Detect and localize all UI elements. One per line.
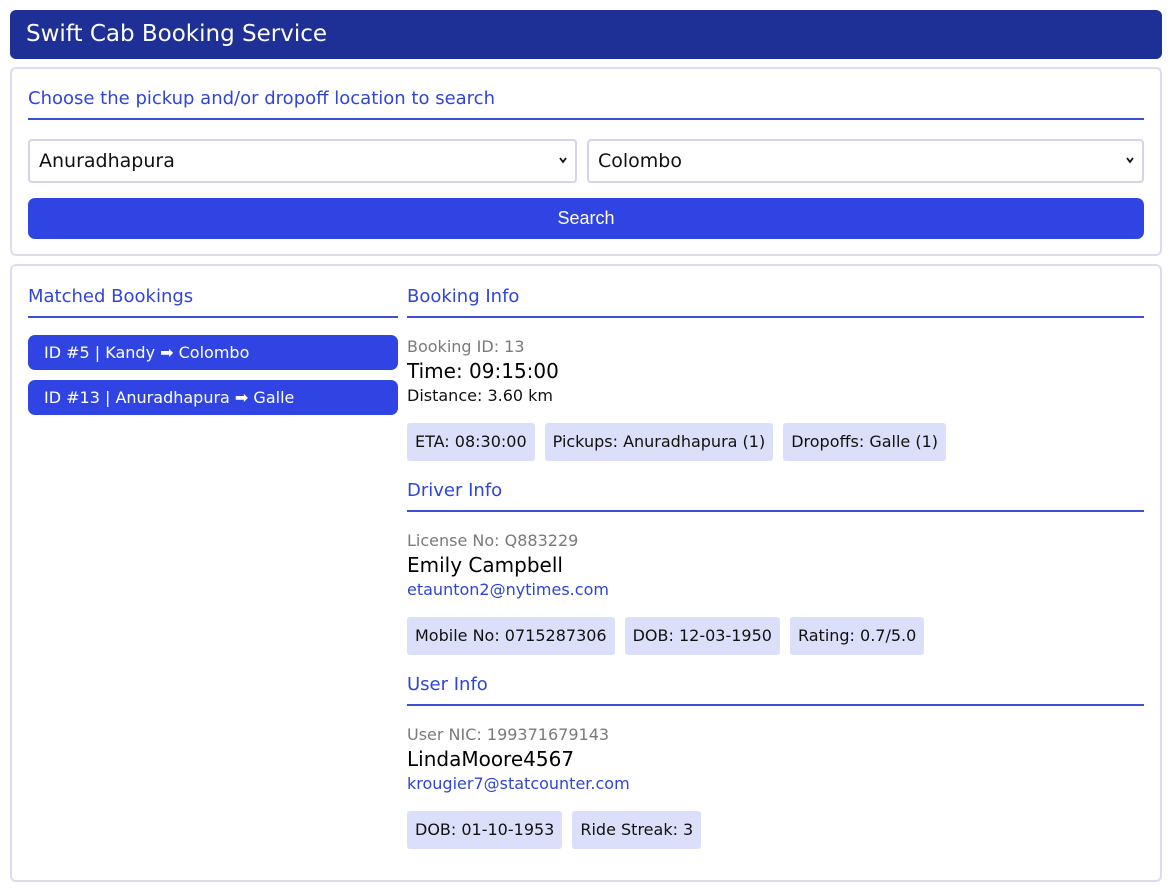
driver-license: License No: Q883229 <box>407 531 579 550</box>
user-chips: DOB: 01-10-1953 Ride Streak: 3 <box>407 811 702 849</box>
app-header: Swift Cab Booking Service <box>10 10 1162 59</box>
user-nic: User NIC: 199371679143 <box>407 725 610 744</box>
pickup-select[interactable]: Anuradhapura <box>28 139 577 183</box>
search-panel: Choose the pickup and/or dropoff locatio… <box>10 67 1162 256</box>
dropoffs-chip: Dropoffs: Galle (1) <box>783 423 947 461</box>
user-info-title: User Info <box>407 674 1144 706</box>
pickup-select-value: Anuradhapura <box>39 150 175 172</box>
booking-list-item[interactable]: ID #5 | Kandy ➡ Colombo <box>28 335 398 370</box>
booking-list-item[interactable]: ID #13 | Anuradhapura ➡ Galle <box>28 380 398 415</box>
booking-time: Time: 09:15:00 <box>407 359 559 383</box>
driver-email-link[interactable]: etaunton2@nytimes.com <box>407 580 609 599</box>
driver-name: Emily Campbell <box>407 553 563 577</box>
search-button[interactable]: Search <box>28 198 1144 239</box>
results-panel: Matched Bookings ID #5 | Kandy ➡ Colombo… <box>10 264 1162 882</box>
dropoff-select[interactable]: Colombo <box>587 139 1144 183</box>
booking-chips: ETA: 08:30:00 Pickups: Anuradhapura (1) … <box>407 423 947 461</box>
pickups-chip: Pickups: Anuradhapura (1) <box>544 423 774 461</box>
rating-chip: Rating: 0.7/5.0 <box>789 617 925 655</box>
chevron-down-icon <box>559 157 567 164</box>
user-dob-chip: DOB: 01-10-1953 <box>407 811 563 849</box>
booking-id: Booking ID: 13 <box>407 337 525 356</box>
user-name: LindaMoore4567 <box>407 747 575 771</box>
mobile-chip: Mobile No: 0715287306 <box>407 617 615 655</box>
booking-info-title: Booking Info <box>407 286 1144 318</box>
dropoff-select-value: Colombo <box>598 150 682 172</box>
eta-chip: ETA: 08:30:00 <box>407 423 535 461</box>
driver-chips: Mobile No: 0715287306 DOB: 12-03-1950 Ra… <box>407 617 925 655</box>
matched-bookings-title: Matched Bookings <box>28 286 398 318</box>
user-email-link[interactable]: krougier7@statcounter.com <box>407 774 630 793</box>
driver-dob-chip: DOB: 12-03-1950 <box>624 617 780 655</box>
booking-distance: Distance: 3.60 km <box>407 386 553 405</box>
app-title: Swift Cab Booking Service <box>26 21 328 47</box>
chevron-down-icon <box>1126 157 1134 164</box>
driver-info-title: Driver Info <box>407 480 1144 512</box>
search-title: Choose the pickup and/or dropoff locatio… <box>28 88 1144 120</box>
ride-streak-chip: Ride Streak: 3 <box>572 811 702 849</box>
